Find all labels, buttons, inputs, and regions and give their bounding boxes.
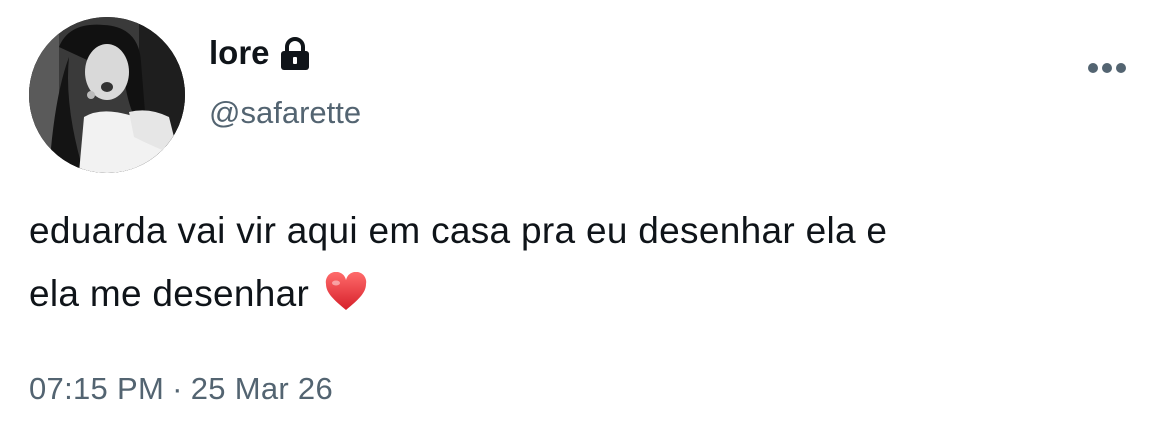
tweet-text-line-1: eduarda vai vir aqui em casa pra eu dese… (29, 210, 888, 251)
meta-separator: · (172, 371, 183, 406)
tweet-card: lore @safarette eduarda vai vir aqui em … (0, 0, 1170, 445)
avatar[interactable] (29, 17, 185, 173)
tweet-text-line-2: ela me desenhar (29, 262, 1129, 325)
more-horizontal-icon[interactable] (1086, 58, 1128, 78)
tweet-text-line-2-text: ela me desenhar (29, 273, 310, 314)
tweet-text: eduarda vai vir aqui em casa pra eu dese… (29, 199, 1129, 325)
profile-photo (29, 17, 185, 173)
tweet-time: 07:15 PM (29, 371, 165, 406)
display-name[interactable]: lore (209, 34, 270, 72)
tweet-timestamp[interactable]: 07:15 PM · 25 Mar 26 (29, 371, 333, 407)
lock-icon (280, 37, 310, 71)
tweet-date: 25 Mar 26 (190, 371, 333, 406)
display-name-row: lore (209, 30, 310, 76)
heart-icon (324, 268, 368, 310)
user-handle[interactable]: @safarette (209, 95, 361, 131)
